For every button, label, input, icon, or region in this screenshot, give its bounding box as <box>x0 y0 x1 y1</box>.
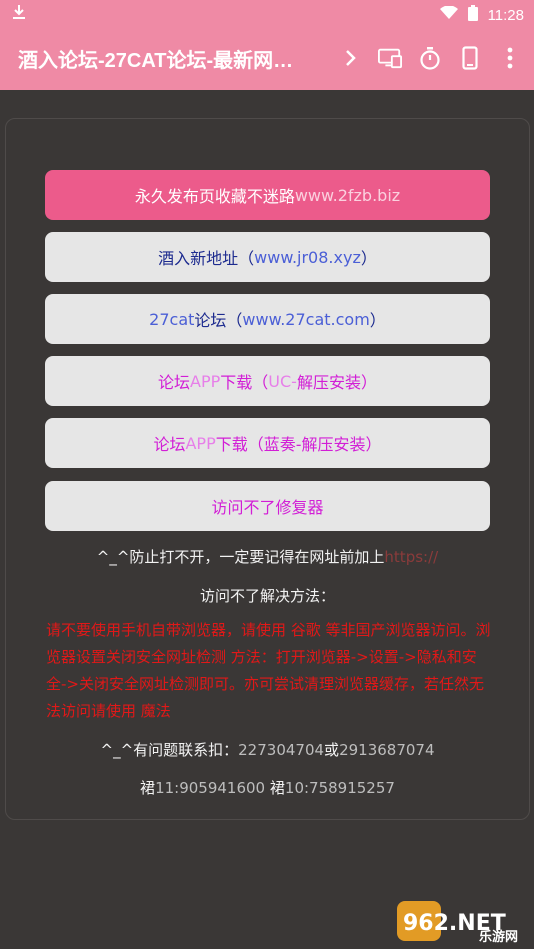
wifi-icon <box>439 5 458 24</box>
contact-qq-a: 227304704 <box>238 741 325 759</box>
download-icon <box>12 4 26 24</box>
button-label: 永久发布页收藏不迷路 <box>134 187 295 206</box>
contact-or: 或 <box>324 741 340 759</box>
more-vert-icon[interactable] <box>498 44 522 72</box>
button-url: www.27cat.com <box>242 309 370 329</box>
button-url: www.jr08.xyz <box>254 247 361 267</box>
button-label: 酒入新地址（ <box>158 249 255 268</box>
contact-line: ^_^有问题联系扣：227304704或2913687074 <box>6 739 529 760</box>
button-url: www.2fzb.biz <box>294 185 401 205</box>
watermark-text-2: 乐游网 <box>479 929 518 945</box>
solution-heading: 访问不了解决方法： <box>199 587 335 605</box>
jr-new-address-button[interactable]: 酒入新地址（ www.jr08.xyz） <box>45 232 490 282</box>
forum-app-uc-download-button[interactable]: 论坛 APP 下载（ UC- 解压安装） <box>45 356 490 406</box>
status-time: 11:28 <box>487 6 524 24</box>
battery-icon <box>467 5 478 25</box>
permanent-link-button[interactable]: 永久发布页收藏不迷路 www.2fzb.biz <box>45 170 490 220</box>
group-number: 11:905941600 <box>155 779 266 797</box>
page-title: 酒入论坛-27CAT论坛-最新网… <box>18 50 294 72</box>
forum-app-lanzou-download-button[interactable]: 论坛 APP 下载（蓝奏-解压安装） <box>45 418 490 468</box>
status-bar: 11:28 <box>0 0 534 28</box>
button-label-prefix: 27cat <box>149 309 195 329</box>
tip-text: ^_^防止打不开，一定要记得在网址前加上 <box>96 548 385 566</box>
button-label-end: 解压安装） <box>296 373 377 392</box>
access-fixer-button[interactable]: 访问不了修复器 <box>45 481 490 531</box>
tip-https: https:// <box>384 548 439 566</box>
group-line: 裙11:905941600 裙10:758915257 <box>6 777 529 798</box>
contact-qq-b: 2913687074 <box>339 741 435 759</box>
button-label: 论坛 <box>158 373 191 392</box>
group-number: 10:758915257 <box>284 779 395 797</box>
app-bar: 酒入论坛-27CAT论坛-最新网… <box>0 28 534 90</box>
group-label: 裙 <box>269 779 285 797</box>
button-label: 论坛 <box>153 435 186 454</box>
button-label-end: ） <box>360 249 377 268</box>
solution-paragraph: 请不要使用手机自带浏览器，请使用 谷歌 等非国产浏览器访问。浏览器设置关闭安全网… <box>46 621 491 720</box>
contact-label: ^_^有问题联系扣： <box>100 741 239 759</box>
button-label-app: APP <box>190 371 221 391</box>
site-watermark-logo: 962.NET 乐游网 <box>395 899 531 945</box>
button-label-uc: UC- <box>268 371 297 391</box>
button-label-app: APP <box>185 433 216 453</box>
button-label-end: 下载（蓝奏-解压安装） <box>215 435 382 454</box>
timer-icon[interactable] <box>418 44 442 72</box>
button-label-end: ） <box>369 311 386 330</box>
27cat-forum-button[interactable]: 27cat 论坛（ www.27cat.com） <box>45 294 490 344</box>
phone-icon[interactable] <box>458 44 482 72</box>
https-tip: ^_^防止打不开，一定要记得在网址前加上https:// <box>6 546 529 567</box>
main-card: 永久发布页收藏不迷路 www.2fzb.biz 酒入新地址（ www.jr08.xy… <box>5 118 530 820</box>
button-label: 访问不了修复器 <box>211 498 324 517</box>
chevron-right-icon[interactable] <box>338 44 362 72</box>
button-label-mid: 下载（ <box>220 373 269 392</box>
group-label: 裙 <box>140 779 156 797</box>
button-label: 论坛（ <box>194 311 243 330</box>
screen-cast-icon[interactable] <box>378 44 402 72</box>
